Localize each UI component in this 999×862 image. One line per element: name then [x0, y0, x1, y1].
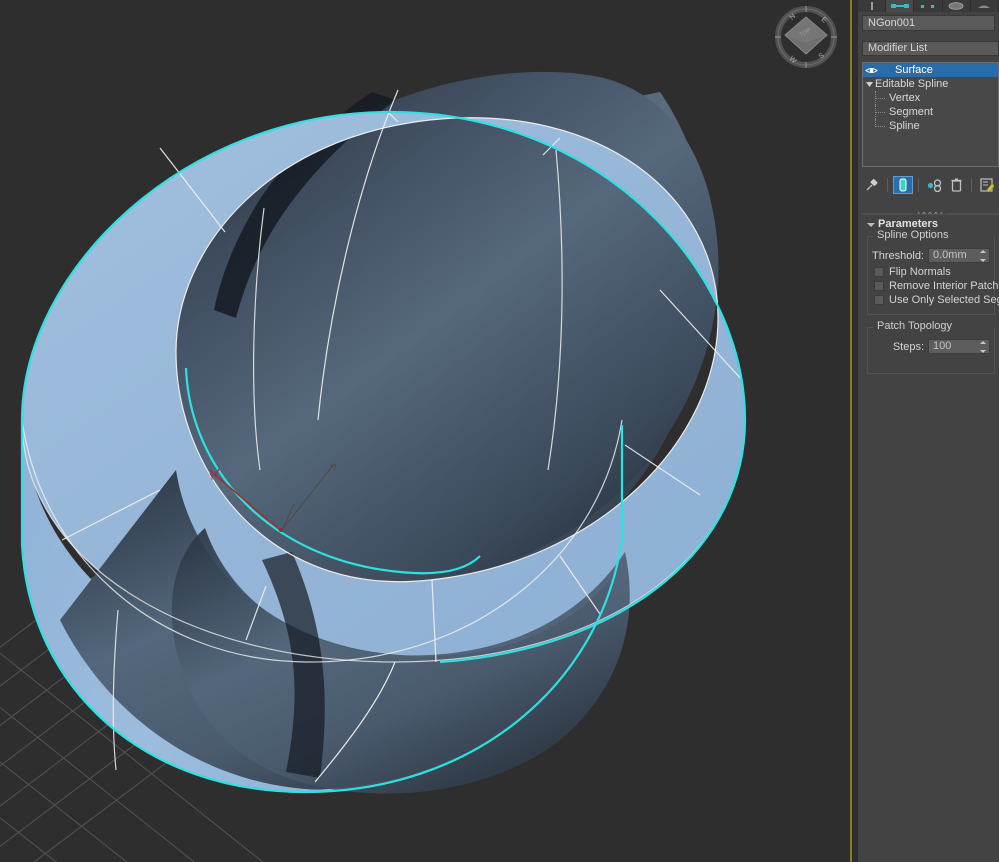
stack-subitem-segment[interactable]: Segment — [863, 105, 998, 119]
checkbox-box[interactable] — [874, 267, 884, 277]
threshold-value: 0.0mm — [933, 249, 967, 261]
spinner-down-arrow[interactable] — [979, 259, 986, 262]
toolbar-separator — [971, 178, 972, 192]
checkbox-box[interactable] — [874, 295, 884, 305]
toolbar-separator — [918, 178, 919, 192]
checkbox-box[interactable] — [874, 281, 884, 291]
object-name-field[interactable]: NGon001 — [862, 15, 995, 31]
toolbar-separator — [887, 178, 888, 192]
spinner-up-arrow[interactable] — [979, 250, 986, 253]
tab-modify[interactable] — [886, 0, 915, 12]
modifier-list-dropdown[interactable]: Modifier List — [862, 41, 999, 56]
hierarchy-icon — [921, 5, 934, 8]
gizmo-y-axis: Y — [209, 468, 281, 531]
make-unique-icon[interactable] — [924, 176, 944, 194]
display-icon — [978, 5, 991, 8]
parameters-rollout: Parameters Spline Options Threshold: 0.0… — [862, 214, 999, 394]
checkbox-label: Use Only Selected Segs. — [889, 294, 999, 306]
modifier-stack-toolbar[interactable] — [862, 175, 999, 195]
checkbox-label: Remove Interior Patches — [889, 280, 999, 292]
stack-subitem-vertex[interactable]: Vertex — [863, 91, 998, 105]
stack-item-label: Editable Spline — [875, 78, 949, 90]
chevron-down-icon — [867, 223, 875, 227]
group-legend: Patch Topology — [873, 320, 957, 332]
tab-motion[interactable] — [943, 0, 971, 12]
rollout-grip[interactable] — [862, 205, 999, 217]
spinner-arrows[interactable] — [979, 250, 986, 262]
spinner-up-arrow[interactable] — [979, 341, 986, 344]
gizmo-x-axis — [281, 463, 337, 531]
perspective-viewport[interactable]: Y N E S W TOP — [0, 0, 852, 862]
viewcube-compass-n: N — [789, 13, 797, 22]
spline-options-group: Spline Options Threshold: 0.0mm Flip Nor… — [867, 229, 999, 315]
star-icon — [870, 2, 873, 10]
spinner-arrows[interactable] — [979, 341, 986, 353]
remove-modifier-icon[interactable] — [946, 176, 966, 194]
command-panel-tabs[interactable] — [858, 0, 999, 12]
stack-subitem-spline[interactable]: Spline — [863, 119, 998, 133]
tab-create[interactable] — [858, 0, 887, 12]
flip-normals-checkbox[interactable]: Flip Normals — [874, 266, 992, 278]
threshold-label: Threshold: — [872, 249, 924, 262]
stack-item-label: Surface — [895, 64, 933, 76]
spinner-down-arrow[interactable] — [979, 350, 986, 353]
steps-spinner[interactable]: 100 — [928, 339, 990, 354]
pin-stack-icon[interactable] — [862, 176, 882, 194]
viewcube[interactable]: N E S W TOP — [771, 2, 841, 72]
gizmo-origin — [279, 528, 283, 532]
stack-item-label: Segment — [889, 106, 934, 118]
patch-topology-group: Patch Topology Steps: 100 — [867, 320, 995, 374]
use-only-selected-segs-checkbox[interactable]: Use Only Selected Segs. — [874, 294, 999, 306]
modifier-stack-list[interactable]: Surface Editable Spline Vertex Segment S… — [862, 62, 999, 167]
stack-item-surface[interactable]: Surface — [863, 63, 998, 77]
active-viewport-border — [850, 0, 852, 862]
steps-row: Steps: 100 — [870, 339, 992, 354]
stack-item-editable-spline[interactable]: Editable Spline — [863, 77, 998, 91]
threshold-row: Threshold: 0.0mm — [870, 248, 992, 263]
eye-icon[interactable] — [863, 66, 879, 75]
checkbox-label: Flip Normals — [889, 266, 951, 278]
max-window: Y N E S W TOP NGon001 Modifier List Surf… — [0, 0, 999, 862]
threshold-spinner[interactable]: 0.0mm — [928, 248, 990, 263]
chevron-down-icon[interactable] — [863, 81, 875, 87]
svg-text:Y: Y — [209, 472, 215, 482]
stack-item-label: Spline — [889, 120, 920, 132]
show-end-result-icon[interactable] — [893, 176, 913, 194]
remove-interior-patches-checkbox[interactable]: Remove Interior Patches — [874, 280, 999, 292]
group-legend: Spline Options — [873, 229, 953, 241]
configure-modifier-sets-icon[interactable] — [977, 176, 997, 194]
stack-item-label: Vertex — [889, 92, 921, 104]
axis-tripod-gizmo[interactable]: Y — [0, 0, 852, 862]
tab-hierarchy[interactable] — [914, 0, 943, 12]
steps-value: 100 — [933, 340, 952, 352]
bent-pipe-icon — [890, 4, 909, 8]
steps-label: Steps: — [892, 340, 924, 353]
wheel-icon — [948, 1, 964, 10]
tab-display[interactable] — [971, 0, 999, 12]
